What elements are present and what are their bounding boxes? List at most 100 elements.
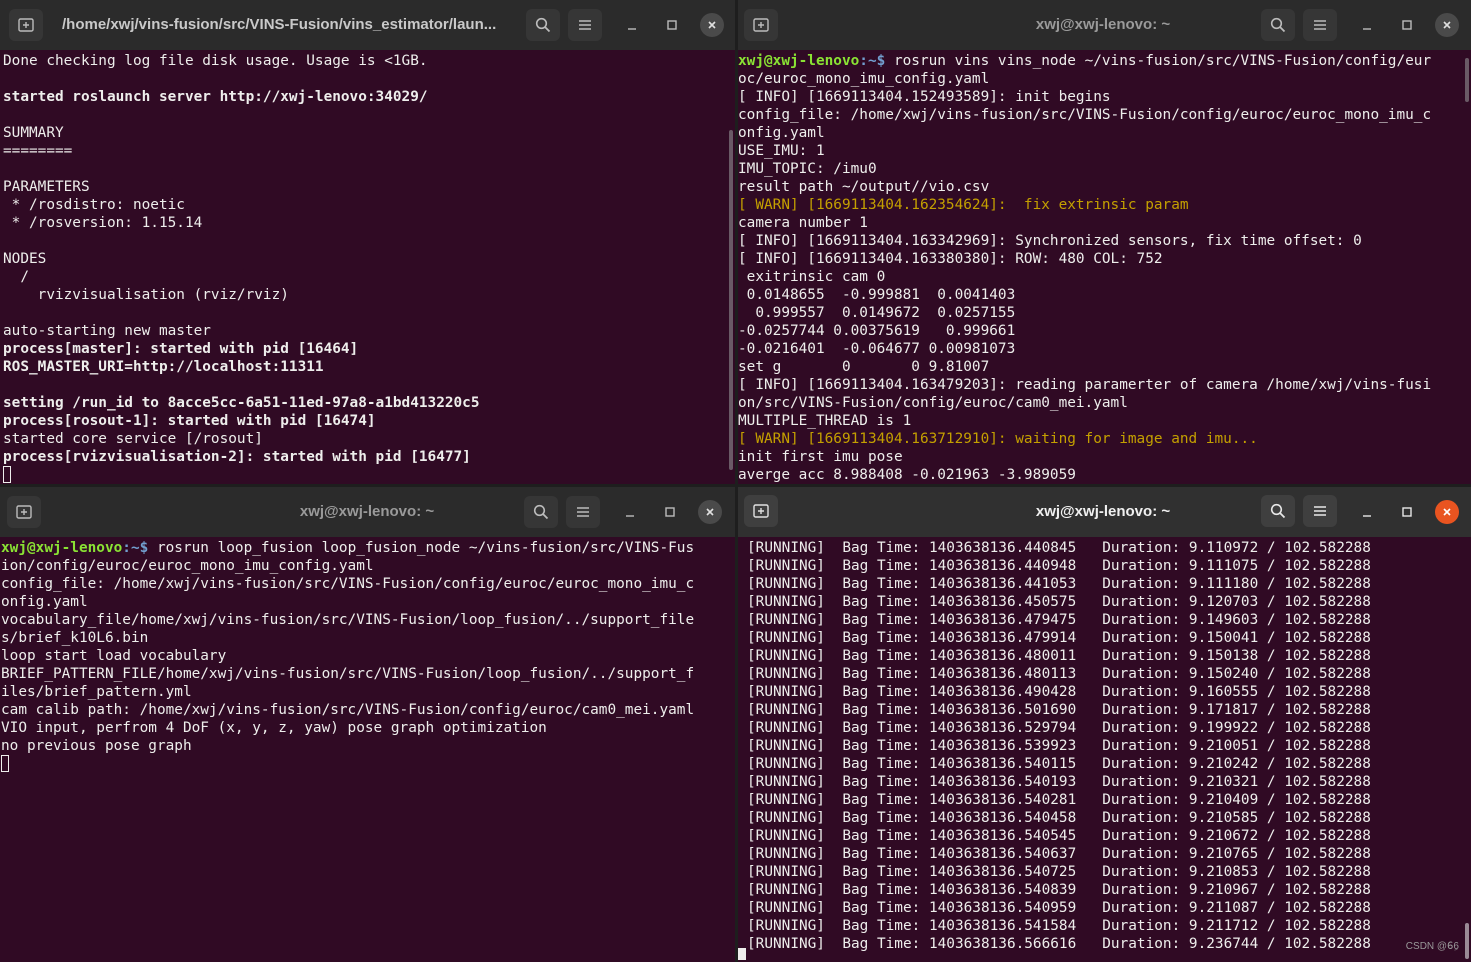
terminal-window-rosbag[interactable]: xwj@xwj-lenovo: ~ [RUNNING] Bag Time: 14… [738,487,1471,962]
terminal-line: started core service [/rosout] [3,431,263,447]
duration-value: 9.110972 [1188,540,1259,556]
terminal-output[interactable]: Done checking log file disk usage. Usage… [0,50,735,484]
text-cursor [1,755,9,772]
duration-label: Duration: [1102,738,1181,754]
duration-label: Duration: [1102,666,1181,682]
maximize-button[interactable] [660,13,684,37]
terminal-output[interactable]: xwj@xwj-lenovo:~$ rosrun loop_fusion loo… [0,537,735,962]
titlebar[interactable]: xwj@xwj-lenovo: ~ [0,487,735,537]
scrollbar[interactable] [1465,923,1469,959]
close-button[interactable] [698,500,722,524]
terminal-output[interactable]: xwj@xwj-lenovo:~$ rosrun vins vins_node … [738,50,1471,484]
bag-time-value: 1403638136.450575 [928,594,1077,610]
search-button[interactable] [1261,9,1295,41]
minimize-button[interactable] [1355,500,1379,524]
terminal-line: ion/config/euroc/euroc_mono_imu_config.y… [1,558,374,574]
status-label: [RUNNING] [747,576,825,592]
status-label: [RUNNING] [747,684,825,700]
duration-label: Duration: [1102,900,1181,916]
rosbag-status-row: [RUNNING] Bag Time: 1403638136.450575 Du… [747,594,1371,610]
minimize-button[interactable] [618,500,642,524]
new-tab-button[interactable] [7,496,41,528]
status-label: [RUNNING] [747,594,825,610]
status-label: [RUNNING] [747,900,825,916]
terminal-output[interactable]: [RUNNING] Bag Time: 1403638136.440845 Du… [738,537,1471,962]
new-tab-button[interactable] [744,9,778,41]
terminal-window-vins-node[interactable]: xwj@xwj-lenovo: ~ xwj@xwj-lenovo:~$ rosr… [738,0,1471,484]
titlebar[interactable]: xwj@xwj-lenovo: ~ [738,487,1471,537]
bag-time-label: Bag Time: [842,738,921,754]
maximize-button[interactable] [1395,13,1419,37]
minimize-button[interactable] [620,13,644,37]
duration-label: Duration: [1102,594,1181,610]
duration-value: 9.211087 [1188,900,1259,916]
scrollbar[interactable] [1465,58,1469,102]
maximize-button[interactable] [1395,500,1419,524]
duration-total: 102.582288 [1284,936,1371,952]
terminal-line: * /rosdistro: noetic [3,197,185,213]
window-title: xwj@xwj-lenovo: ~ [299,503,435,520]
bag-time-value: 1403638136.541584 [928,918,1077,934]
duration-value: 9.120703 [1188,594,1259,610]
duration-value: 9.210672 [1188,828,1259,844]
bag-time-value: 1403638136.540725 [928,864,1077,880]
terminal-window-roslaunch[interactable]: /home/xwj/vins-fusion/src/VINS-Fusion/vi… [0,0,735,484]
terminal-line: IMU_TOPIC: /imu0 [738,161,877,177]
search-button[interactable] [524,496,558,528]
cursor-line [1,755,735,773]
rosbag-status-row: [RUNNING] Bag Time: 1403638136.540545 Du… [747,828,1371,844]
duration-label: Duration: [1102,936,1181,952]
search-button[interactable] [526,9,560,41]
terminal-window-loop-fusion[interactable]: xwj@xwj-lenovo: ~ xwj@xwj-lenovo:~$ rosr… [0,487,735,962]
window-title: /home/xwj/vins-fusion/src/VINS-Fusion/vi… [62,16,497,33]
status-label: [RUNNING] [747,612,825,628]
bag-time-label: Bag Time: [842,774,921,790]
bag-time-value: 1403638136.490428 [928,684,1077,700]
status-label: [RUNNING] [747,558,825,574]
duration-value: 9.150041 [1188,630,1259,646]
minimize-button[interactable] [1355,13,1379,37]
terminal-line: auto-starting new master [3,323,211,339]
prompt-path: :~$ [859,53,886,69]
close-button[interactable] [1435,500,1459,524]
duration-label: Duration: [1102,882,1181,898]
rosbag-status-row: [RUNNING] Bag Time: 1403638136.479914 Du… [747,630,1371,646]
search-icon [533,504,549,520]
search-button[interactable] [1261,495,1295,527]
duration-value: 9.210853 [1188,864,1259,880]
duration-value: 9.150240 [1188,666,1259,682]
new-tab-button[interactable] [744,495,778,527]
bag-time-label: Bag Time: [842,702,921,718]
hamburger-icon [579,20,591,30]
duration-value: 9.111075 [1188,558,1259,574]
bag-time-value: 1403638136.540545 [928,828,1077,844]
maximize-icon [1402,507,1412,517]
menu-button[interactable] [568,9,602,41]
close-icon [708,21,716,29]
duration-total: 102.582288 [1284,828,1371,844]
rosbag-status-row: [RUNNING] Bag Time: 1403638136.540725 Du… [747,864,1371,880]
menu-button[interactable] [566,496,600,528]
terminal-line: ======== [3,143,73,159]
duration-value: 9.211712 [1188,918,1259,934]
titlebar[interactable]: xwj@xwj-lenovo: ~ [738,0,1471,50]
terminal-line: s/brief_k10L6.bin [1,630,149,646]
menu-button[interactable] [1303,495,1337,527]
terminal-line: NODES [3,251,47,267]
maximize-button[interactable] [658,500,682,524]
new-tab-button[interactable] [9,9,43,41]
terminal-line: process[rosout-1]: started with pid [164… [3,413,376,429]
titlebar[interactable]: /home/xwj/vins-fusion/src/VINS-Fusion/vi… [0,0,735,50]
duration-total: 102.582288 [1284,666,1371,682]
scrollbar[interactable] [729,130,733,470]
duration-value: 9.236744 [1188,936,1259,952]
duration-total: 102.582288 [1284,756,1371,772]
bag-time-label: Bag Time: [842,666,921,682]
close-button[interactable] [1435,13,1459,37]
close-button[interactable] [700,13,724,37]
menu-button[interactable] [1303,9,1337,41]
duration-value: 9.210765 [1188,846,1259,862]
